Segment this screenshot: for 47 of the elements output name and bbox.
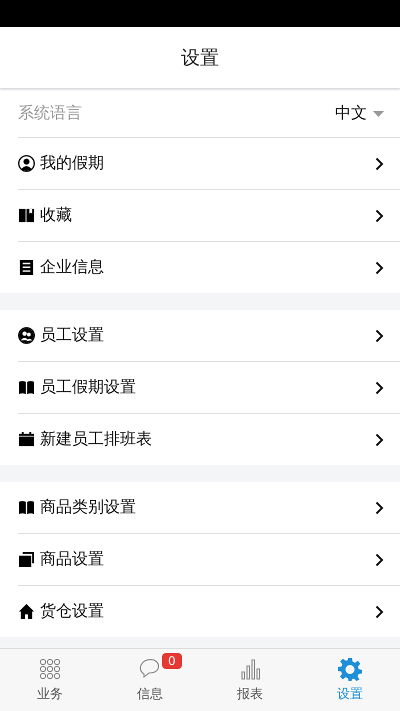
copy-icon <box>18 551 35 568</box>
row-label: 员工设置 <box>40 325 105 346</box>
home-icon <box>18 603 35 620</box>
language-label: 系统语言 <box>18 103 83 124</box>
settings-icon <box>338 657 362 681</box>
tab[interactable]: 报表 <box>200 649 300 711</box>
settings-row[interactable]: 新建员工排班表 <box>18 413 400 465</box>
row-label: 商品类别设置 <box>40 497 137 518</box>
chevron-icon <box>375 260 384 274</box>
caret-icon <box>373 110 384 116</box>
tab[interactable]: 信息 0 <box>100 649 200 711</box>
settings-row[interactable]: 企业信息 <box>18 241 400 293</box>
row-label: 企业信息 <box>40 257 105 278</box>
settings-row[interactable]: 货仓设置 <box>18 585 400 637</box>
openbook-icon <box>18 499 35 516</box>
tab[interactable]: 业务 <box>0 649 100 711</box>
chat-icon <box>138 657 162 681</box>
calendar-icon <box>18 431 35 448</box>
person-icon <box>18 155 35 172</box>
row-label: 商品设置 <box>40 549 105 570</box>
chevron-icon <box>375 432 384 446</box>
chevron-icon <box>375 328 384 342</box>
grid-icon <box>38 657 62 681</box>
page-title: 设置 <box>181 46 219 70</box>
chevron-icon <box>375 156 384 170</box>
row-label: 员工假期设置 <box>40 377 137 398</box>
row-label: 新建员工排班表 <box>40 429 153 450</box>
settings-row[interactable]: 员工设置 <box>18 310 400 361</box>
settings-row[interactable]: 商品类别设置 <box>18 482 400 533</box>
chevron-icon <box>375 208 384 222</box>
settings-row[interactable]: 商品设置 <box>18 533 400 585</box>
book-icon <box>18 207 35 224</box>
settings-row[interactable]: 收藏 <box>18 189 400 241</box>
chevron-icon <box>375 552 384 566</box>
chevron-icon <box>375 380 384 394</box>
row-label: 收藏 <box>40 205 73 226</box>
unread-badge: 0 <box>162 653 182 669</box>
settings-row[interactable]: 我的假期 <box>18 137 400 189</box>
document-icon <box>18 259 35 276</box>
chevron-icon <box>375 604 384 618</box>
people-icon <box>18 327 35 344</box>
row-label: 货仓设置 <box>40 601 105 622</box>
settings-row[interactable]: 员工假期设置 <box>18 361 400 413</box>
chevron-icon <box>375 500 384 514</box>
row-label: 我的假期 <box>40 153 105 174</box>
language-dropdown[interactable]: 中文 <box>335 103 384 124</box>
openbook-icon <box>18 379 35 396</box>
